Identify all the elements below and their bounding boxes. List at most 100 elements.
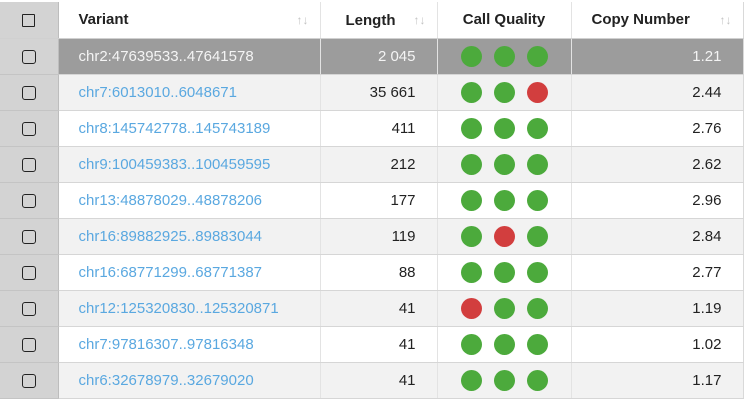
quality-good-indicator	[493, 189, 515, 211]
row-select-cell[interactable]	[0, 110, 59, 147]
table-row[interactable]: chr16:68771299..68771387 88 2.77	[0, 254, 744, 291]
length-cell: 35 661	[320, 74, 438, 111]
quality-good-indicator	[493, 369, 515, 391]
quality-good-indicator	[526, 369, 548, 391]
variant-link[interactable]: chr6:32678979..32679020	[79, 372, 254, 389]
row-checkbox[interactable]	[21, 157, 36, 172]
copy-number-cell: 2.96	[571, 182, 744, 219]
row-select-cell[interactable]	[0, 74, 59, 111]
table-row[interactable]: chr8:145742778..145743189 411 2.76	[0, 110, 744, 147]
table-row[interactable]: chr13:48878029..48878206 177 2.96	[0, 182, 744, 219]
table-row[interactable]: chr6:32678979..32679020 41 1.17	[0, 362, 744, 399]
row-checkbox[interactable]	[21, 193, 36, 208]
variant-link[interactable]: chr13:48878029..48878206	[79, 192, 263, 209]
quality-good-indicator	[526, 45, 548, 67]
select-all-cell[interactable]	[0, 2, 59, 39]
copy-number-cell: 2.62	[571, 146, 744, 183]
variant-cell: chr12:125320830..125320871	[58, 290, 321, 327]
quality-good-indicator	[526, 261, 548, 283]
quality-good-indicator	[526, 333, 548, 355]
select-all-checkbox[interactable]	[22, 13, 36, 27]
copy-number-cell: 2.76	[571, 110, 744, 147]
row-select-cell[interactable]	[0, 290, 59, 327]
variant-link[interactable]: chr7:97816307..97816348	[79, 336, 254, 353]
copy-number-cell: 1.21	[571, 38, 744, 75]
row-checkbox[interactable]	[21, 121, 36, 136]
row-checkbox[interactable]	[21, 49, 36, 64]
row-select-cell[interactable]	[0, 218, 59, 255]
quality-good-indicator	[493, 153, 515, 175]
table-row[interactable]: chr2:47639533..47641578 2 045 1.21	[0, 38, 744, 75]
length-cell: 88	[320, 254, 438, 291]
row-select-cell[interactable]	[0, 146, 59, 183]
row-select-cell[interactable]	[0, 326, 59, 363]
call-quality-cell	[437, 290, 572, 327]
quality-good-indicator	[493, 333, 515, 355]
quality-good-indicator	[493, 81, 515, 103]
copy-number-cell: 2.44	[571, 74, 744, 111]
quality-good-indicator	[460, 153, 482, 175]
row-checkbox[interactable]	[21, 373, 36, 388]
table-row[interactable]: chr9:100459383..100459595 212 2.62	[0, 146, 744, 183]
variant-link[interactable]: chr12:125320830..125320871	[79, 300, 279, 317]
variant-cell: chr7:97816307..97816348	[58, 326, 321, 363]
length-cell: 177	[320, 182, 438, 219]
quality-good-indicator	[526, 297, 548, 319]
variant-link[interactable]: chr16:89882925..89883044	[79, 228, 263, 245]
quality-good-indicator	[493, 117, 515, 139]
row-select-cell[interactable]	[0, 182, 59, 219]
copy-number-cell: 1.19	[571, 290, 744, 327]
row-select-cell[interactable]	[0, 362, 59, 399]
variants-table: Variant ↑↓ Length ↑↓ Call Quality Copy N…	[0, 2, 744, 399]
sort-icon[interactable]: ↑↓	[297, 13, 309, 27]
column-header-variant[interactable]: Variant ↑↓	[58, 2, 321, 39]
column-header-variant-label: Variant	[78, 11, 129, 29]
table-row[interactable]: chr16:89882925..89883044 119 2.84	[0, 218, 744, 255]
call-quality-cell	[437, 110, 572, 147]
quality-good-indicator	[460, 45, 482, 67]
sort-icon[interactable]: ↑↓	[720, 13, 732, 27]
copy-number-cell: 2.77	[571, 254, 744, 291]
copy-number-cell: 2.84	[571, 218, 744, 255]
quality-good-indicator	[526, 225, 548, 247]
variant-cell: chr6:32678979..32679020	[58, 362, 321, 399]
row-checkbox[interactable]	[21, 301, 36, 316]
column-header-length-label: Length	[345, 12, 396, 29]
call-quality-cell	[437, 74, 572, 111]
column-header-copy-number[interactable]: Copy Number ↑↓	[571, 2, 744, 39]
copy-number-cell: 1.17	[571, 362, 744, 399]
column-header-copy-number-label: Copy Number	[591, 11, 690, 29]
row-checkbox[interactable]	[21, 337, 36, 352]
quality-good-indicator	[493, 45, 515, 67]
call-quality-cell	[437, 38, 572, 75]
variant-link[interactable]: chr9:100459383..100459595	[79, 156, 271, 173]
call-quality-cell	[437, 146, 572, 183]
row-checkbox[interactable]	[21, 229, 36, 244]
row-select-cell[interactable]	[0, 38, 59, 75]
row-checkbox[interactable]	[21, 85, 36, 100]
quality-good-indicator	[460, 225, 482, 247]
table-row[interactable]: chr7:97816307..97816348 41 1.02	[0, 326, 744, 363]
variant-cell: chr7:6013010..6048671	[58, 74, 321, 111]
variant-link[interactable]: chr2:47639533..47641578	[79, 48, 254, 65]
variant-cell: chr13:48878029..48878206	[58, 182, 321, 219]
call-quality-cell	[437, 182, 572, 219]
variant-cell: chr8:145742778..145743189	[58, 110, 321, 147]
column-header-length[interactable]: Length ↑↓	[320, 2, 438, 39]
variant-cell: chr16:68771299..68771387	[58, 254, 321, 291]
table-row[interactable]: chr7:6013010..6048671 35 661 2.44	[0, 74, 744, 111]
row-checkbox[interactable]	[21, 265, 36, 280]
length-cell: 411	[320, 110, 438, 147]
variant-link[interactable]: chr7:6013010..6048671	[79, 84, 237, 101]
length-cell: 119	[320, 218, 438, 255]
quality-good-indicator	[526, 153, 548, 175]
variant-link[interactable]: chr8:145742778..145743189	[79, 120, 271, 137]
table-row[interactable]: chr12:125320830..125320871 41 1.19	[0, 290, 744, 327]
sort-icon[interactable]: ↑↓	[414, 13, 426, 27]
variant-cell: chr2:47639533..47641578	[58, 38, 321, 75]
variant-link[interactable]: chr16:68771299..68771387	[79, 264, 263, 281]
row-select-cell[interactable]	[0, 254, 59, 291]
length-cell: 41	[320, 362, 438, 399]
length-cell: 212	[320, 146, 438, 183]
quality-good-indicator	[493, 297, 515, 319]
